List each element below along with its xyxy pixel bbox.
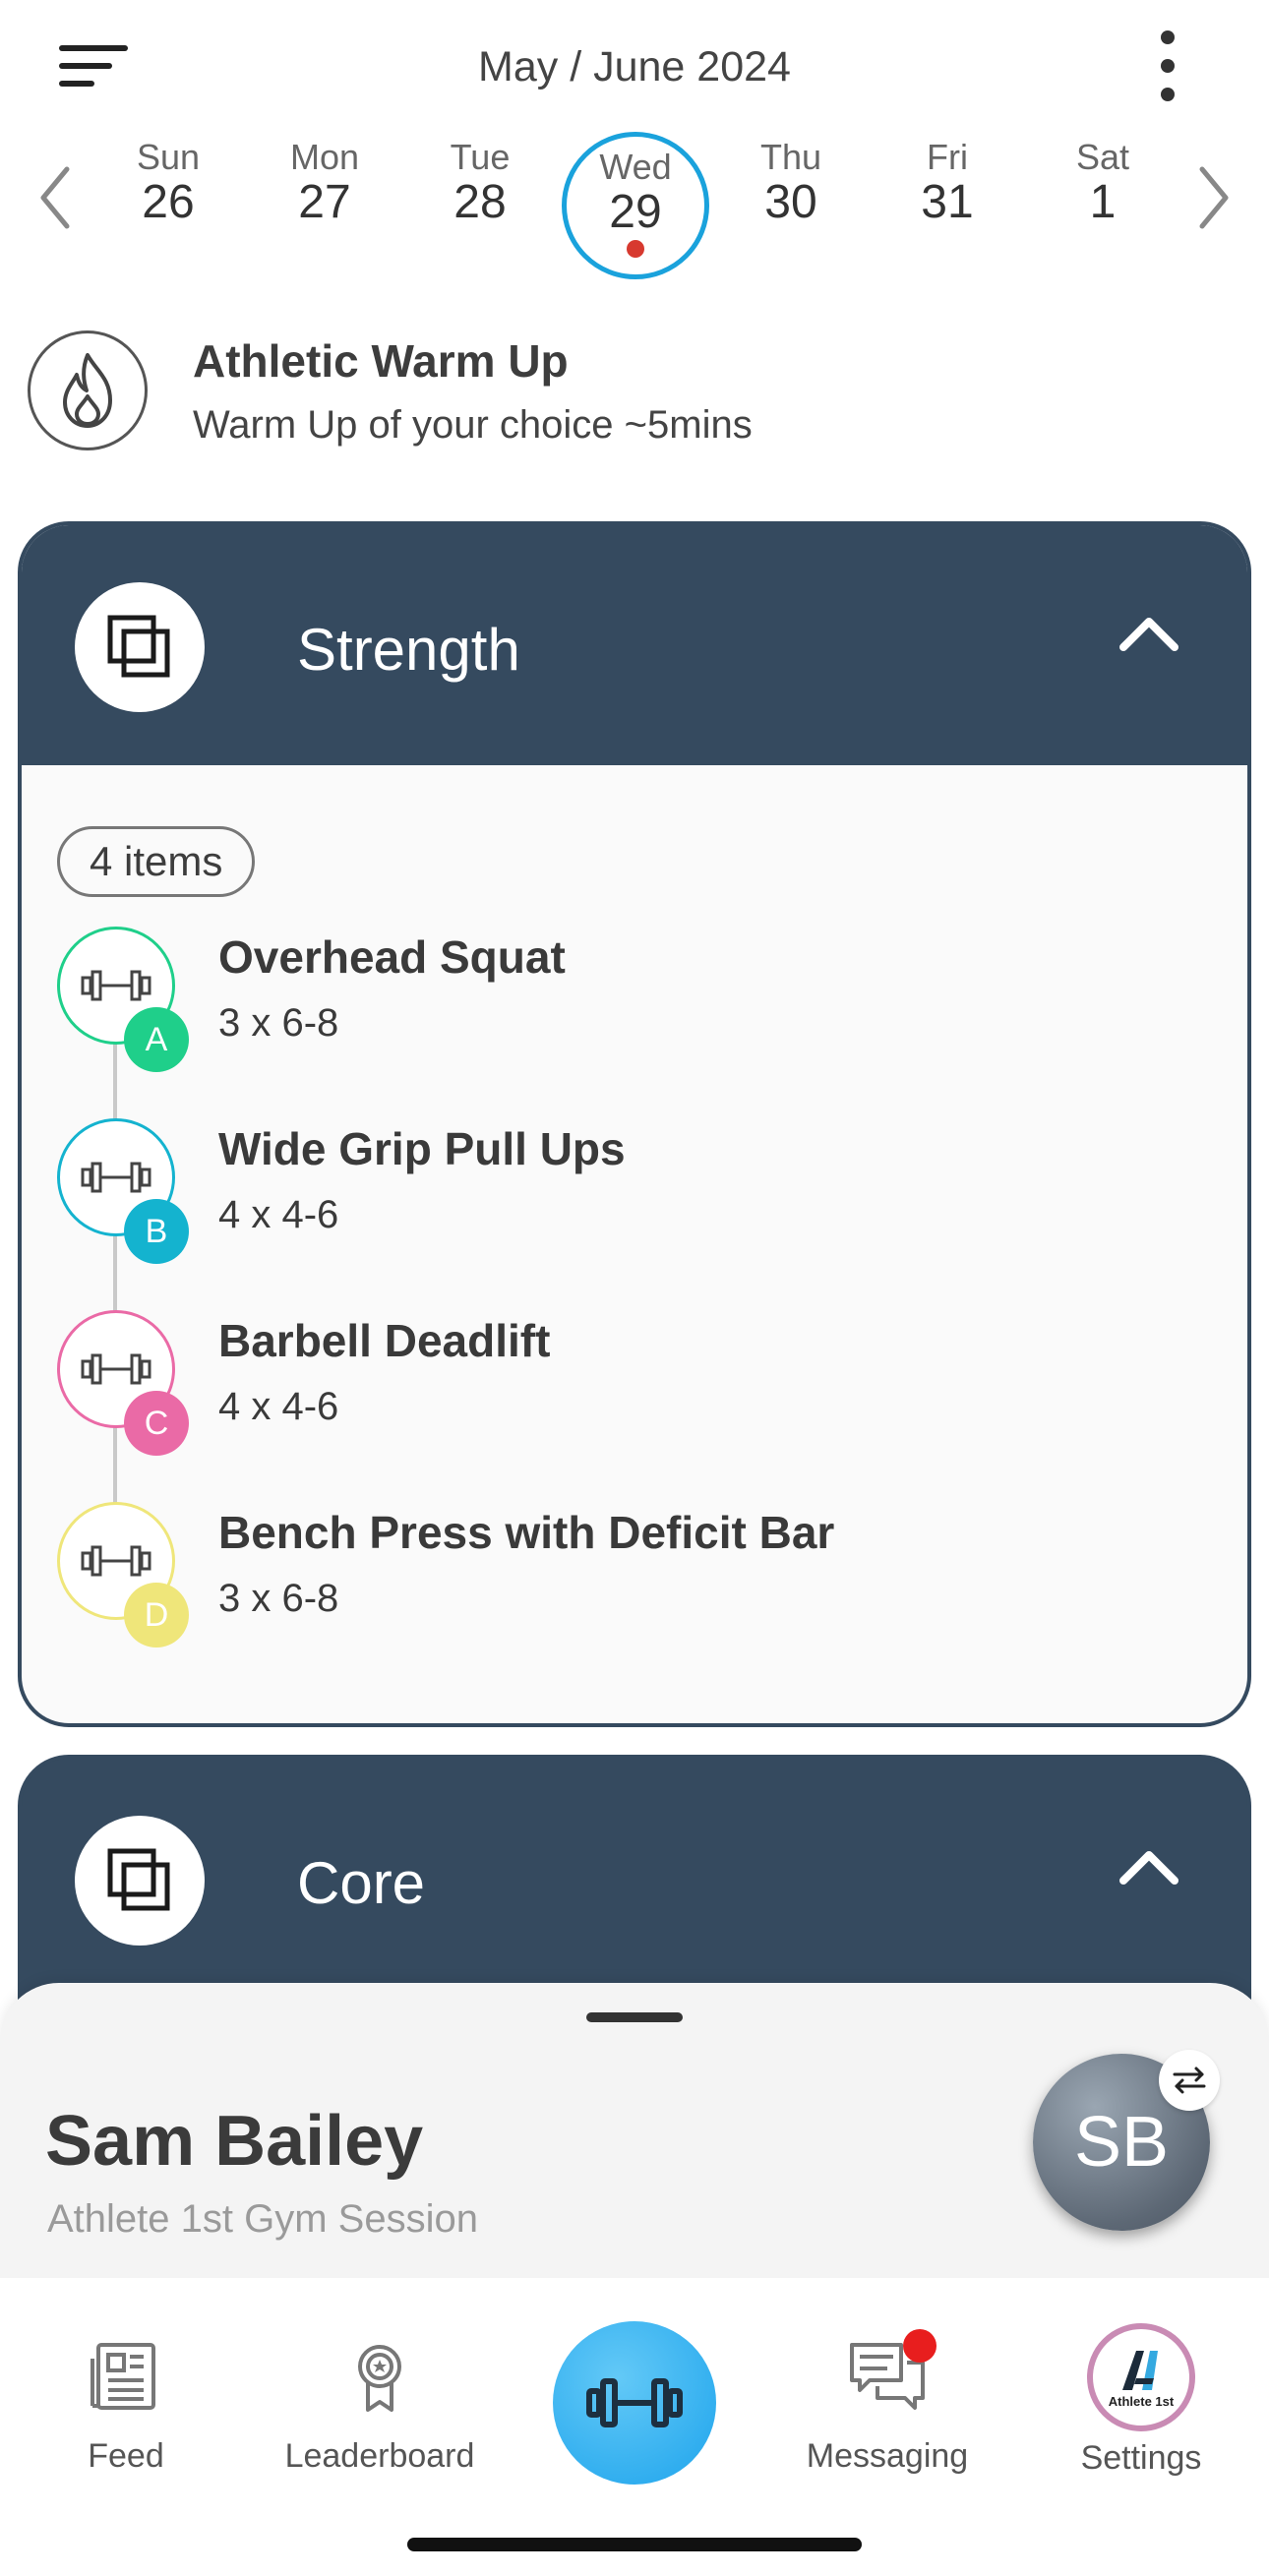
nav-label: Settings (1080, 2439, 1202, 2477)
core-section-header[interactable]: Core (22, 1759, 1247, 1999)
nav-settings[interactable]: Athlete 1st Settings (1033, 2323, 1249, 2478)
strength-section: Strength 4 items A Overhead Squat 3 x 6-… (18, 521, 1251, 1727)
session-subtitle: Athlete 1st Gym Session (47, 2197, 478, 2241)
exercise-badge: A (124, 1007, 189, 1072)
exercise-badge: B (124, 1199, 189, 1264)
day-wed-selected[interactable]: Wed 29 (562, 132, 709, 285)
stacked-squares-icon (75, 1816, 205, 1946)
home-indicator[interactable] (407, 2538, 862, 2551)
exercise-item[interactable]: A Overhead Squat 3 x 6-8 (22, 927, 1247, 1094)
logo-text: Athlete 1st (1108, 2394, 1175, 2409)
nav-messaging[interactable]: Messaging (779, 2329, 996, 2476)
nav-workout[interactable] (553, 2321, 716, 2485)
dumbbell-icon (586, 2378, 683, 2427)
day-name: Thu (759, 137, 822, 177)
top-bar: May / June 2024 (0, 0, 1269, 128)
exercise-item[interactable]: B Wide Grip Pull Ups 4 x 4-6 (22, 1118, 1247, 1286)
more-vertical-icon[interactable] (1153, 30, 1182, 102)
section-title: Strength (297, 617, 520, 683)
chevron-up-icon[interactable] (1118, 1847, 1180, 1887)
day-sat[interactable]: Sat 1 (1029, 138, 1177, 285)
exercise-sets: 3 x 6-8 (218, 1001, 339, 1045)
warmup-title: Athletic Warm Up (193, 335, 569, 387)
chevron-left-icon[interactable] (35, 163, 75, 232)
award-ribbon-icon (358, 2345, 401, 2412)
day-name: Sat (1075, 137, 1130, 177)
notification-dot (903, 2329, 937, 2363)
day-name: Mon (289, 137, 360, 177)
day-thu[interactable]: Thu 30 (717, 138, 865, 285)
exercise-name: Wide Grip Pull Ups (218, 1123, 626, 1174)
nav-label: Feed (88, 2437, 164, 2475)
section-title: Core (297, 1850, 426, 1916)
athlete-bottom-sheet[interactable]: Sam Bailey Athlete 1st Gym Session SB (0, 1983, 1269, 2278)
nav-leaderboard[interactable]: Leaderboard (272, 2337, 488, 2476)
strength-section-header[interactable]: Strength (22, 525, 1247, 765)
nav-label: Leaderboard (284, 2437, 475, 2475)
nav-feed[interactable]: Feed (18, 2337, 234, 2476)
day-number: 31 (921, 176, 974, 228)
exercise-badge: D (124, 1583, 189, 1647)
exercise-sets: 4 x 4-6 (218, 1193, 339, 1236)
day-number: 1 (1089, 176, 1117, 228)
day-number: 28 (453, 176, 507, 228)
athlete-name: Sam Bailey (45, 2102, 424, 2181)
chevron-up-icon[interactable] (1118, 614, 1180, 653)
day-name: Sun (136, 137, 201, 177)
exercise-name: Bench Press with Deficit Bar (218, 1507, 835, 1558)
day-tue[interactable]: Tue 28 (406, 138, 554, 285)
flame-icon (28, 330, 148, 450)
day-sun[interactable]: Sun 26 (94, 138, 242, 285)
exercise-badge: C (124, 1391, 189, 1456)
day-number: 26 (142, 176, 195, 228)
sheet-drag-handle[interactable] (586, 2012, 683, 2022)
workout-indicator-dot (627, 240, 644, 258)
header-title[interactable]: May / June 2024 (0, 43, 1269, 91)
warmup-item[interactable]: Athletic Warm Up Warm Up of your choice … (28, 329, 1238, 456)
day-name: Tue (450, 137, 511, 177)
warmup-subtitle: Warm Up of your choice ~5mins (193, 403, 753, 447)
stacked-squares-icon (75, 582, 205, 712)
exercise-item[interactable]: D Bench Press with Deficit Bar 3 x 6-8 (22, 1502, 1247, 1669)
chevron-right-icon[interactable] (1194, 163, 1234, 232)
nav-label: Messaging (806, 2437, 969, 2475)
day-number: 30 (764, 176, 817, 228)
exercise-sets: 3 x 6-8 (218, 1577, 339, 1620)
day-name: Fri (927, 137, 968, 177)
exercise-name: Overhead Squat (218, 931, 566, 983)
day-number: 27 (298, 176, 351, 228)
item-count-pill: 4 items (57, 826, 256, 897)
bottom-nav: Feed Leaderboard Messaging Athlete 1st S… (0, 2278, 1269, 2576)
newspaper-icon (91, 2343, 155, 2410)
day-mon[interactable]: Mon 27 (251, 138, 398, 285)
athlete-logo-icon: Athlete 1st (1087, 2323, 1195, 2431)
exercise-name: Barbell Deadlift (218, 1315, 551, 1366)
day-fri[interactable]: Fri 31 (874, 138, 1021, 285)
swap-arrows-icon[interactable] (1159, 2050, 1220, 2111)
week-strip: Sun 26 Mon 27 Tue 28 Wed 29 Thu 30 Fri 3… (0, 128, 1269, 279)
exercise-item[interactable]: C Barbell Deadlift 4 x 4-6 (22, 1310, 1247, 1477)
exercise-sets: 4 x 4-6 (218, 1385, 339, 1428)
